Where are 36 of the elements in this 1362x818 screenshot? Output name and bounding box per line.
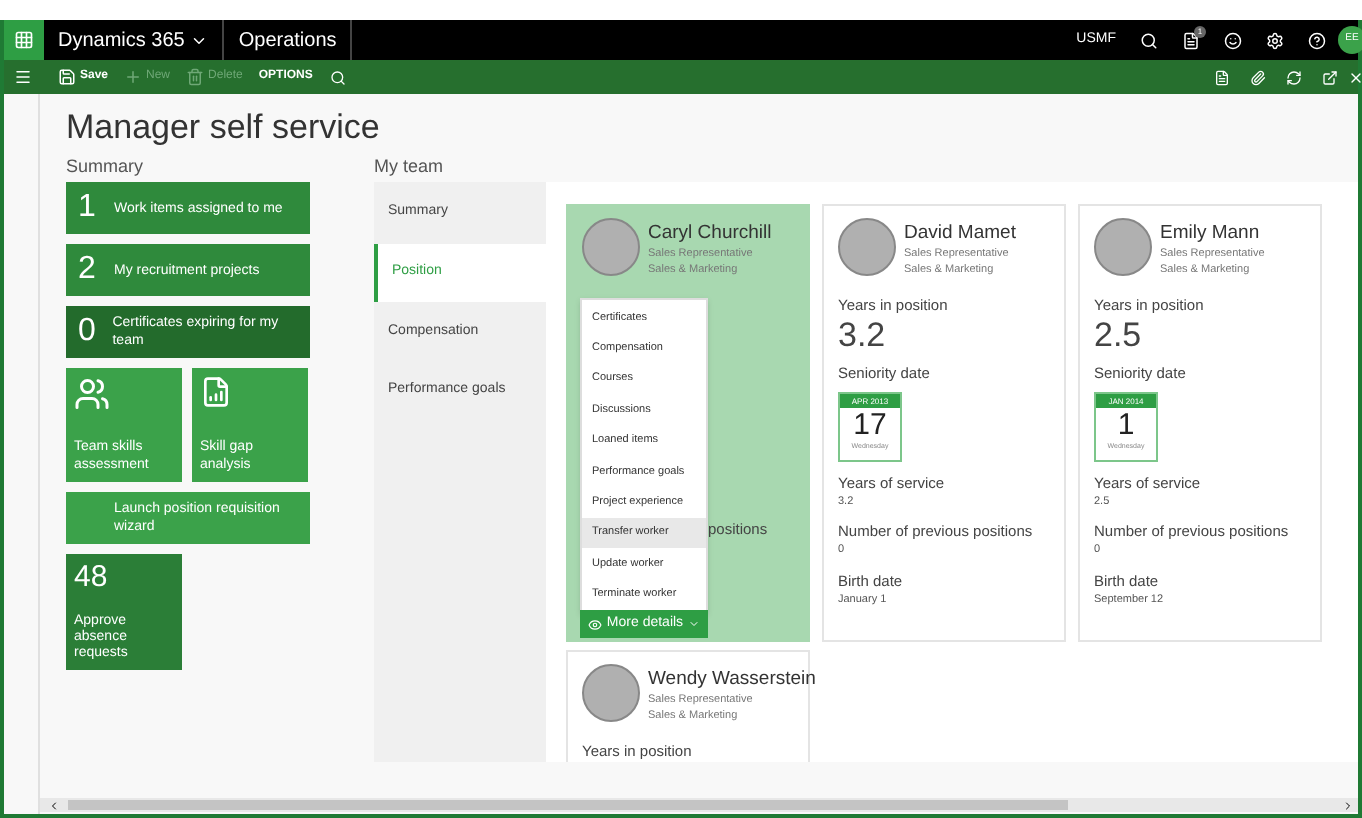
page-title: Manager self service [66, 108, 382, 148]
close-icon[interactable] [1348, 69, 1362, 85]
help-icon[interactable] [1308, 31, 1326, 49]
scroll-right-icon[interactable] [1342, 799, 1354, 811]
smiley-icon[interactable] [1224, 31, 1242, 49]
refresh-icon[interactable] [1286, 69, 1302, 85]
settings-icon[interactable] [1266, 31, 1284, 49]
search-icon[interactable] [330, 69, 347, 85]
employee-name: Wendy Wasserstein [648, 668, 816, 692]
grid-icon [14, 30, 34, 50]
calendar-day: 17 [853, 407, 887, 441]
field-value: 3.2 [838, 316, 888, 355]
scroll-left-icon[interactable] [48, 799, 60, 811]
paperclip-icon[interactable] [1250, 69, 1266, 85]
save-icon [58, 68, 76, 86]
popout-icon[interactable] [1322, 69, 1338, 85]
message-icon[interactable] [1182, 31, 1200, 49]
trash-icon [186, 68, 205, 86]
chevron-down-icon [687, 618, 700, 630]
office-icon[interactable] [1214, 69, 1230, 85]
field-value: 2.5 [1094, 316, 1144, 355]
employee-name: David Mamet [904, 222, 1016, 246]
employee-name: Caryl Churchill [648, 222, 772, 246]
people-icon [74, 376, 110, 412]
section-heading: Summary [66, 154, 146, 180]
menu-icon[interactable] [14, 68, 32, 86]
calendar-day: 1 [1117, 407, 1135, 441]
search-icon[interactable] [1140, 31, 1158, 49]
employee-card[interactable] [566, 204, 810, 642]
app-launcher-button[interactable] [4, 20, 44, 60]
employee-name: Emily Mann [1160, 222, 1262, 246]
plus-icon [124, 68, 143, 86]
scrollbar-thumb[interactable] [68, 800, 1068, 810]
section-heading: My team [374, 154, 446, 180]
report-icon [200, 376, 232, 408]
eye-icon [588, 617, 603, 631]
